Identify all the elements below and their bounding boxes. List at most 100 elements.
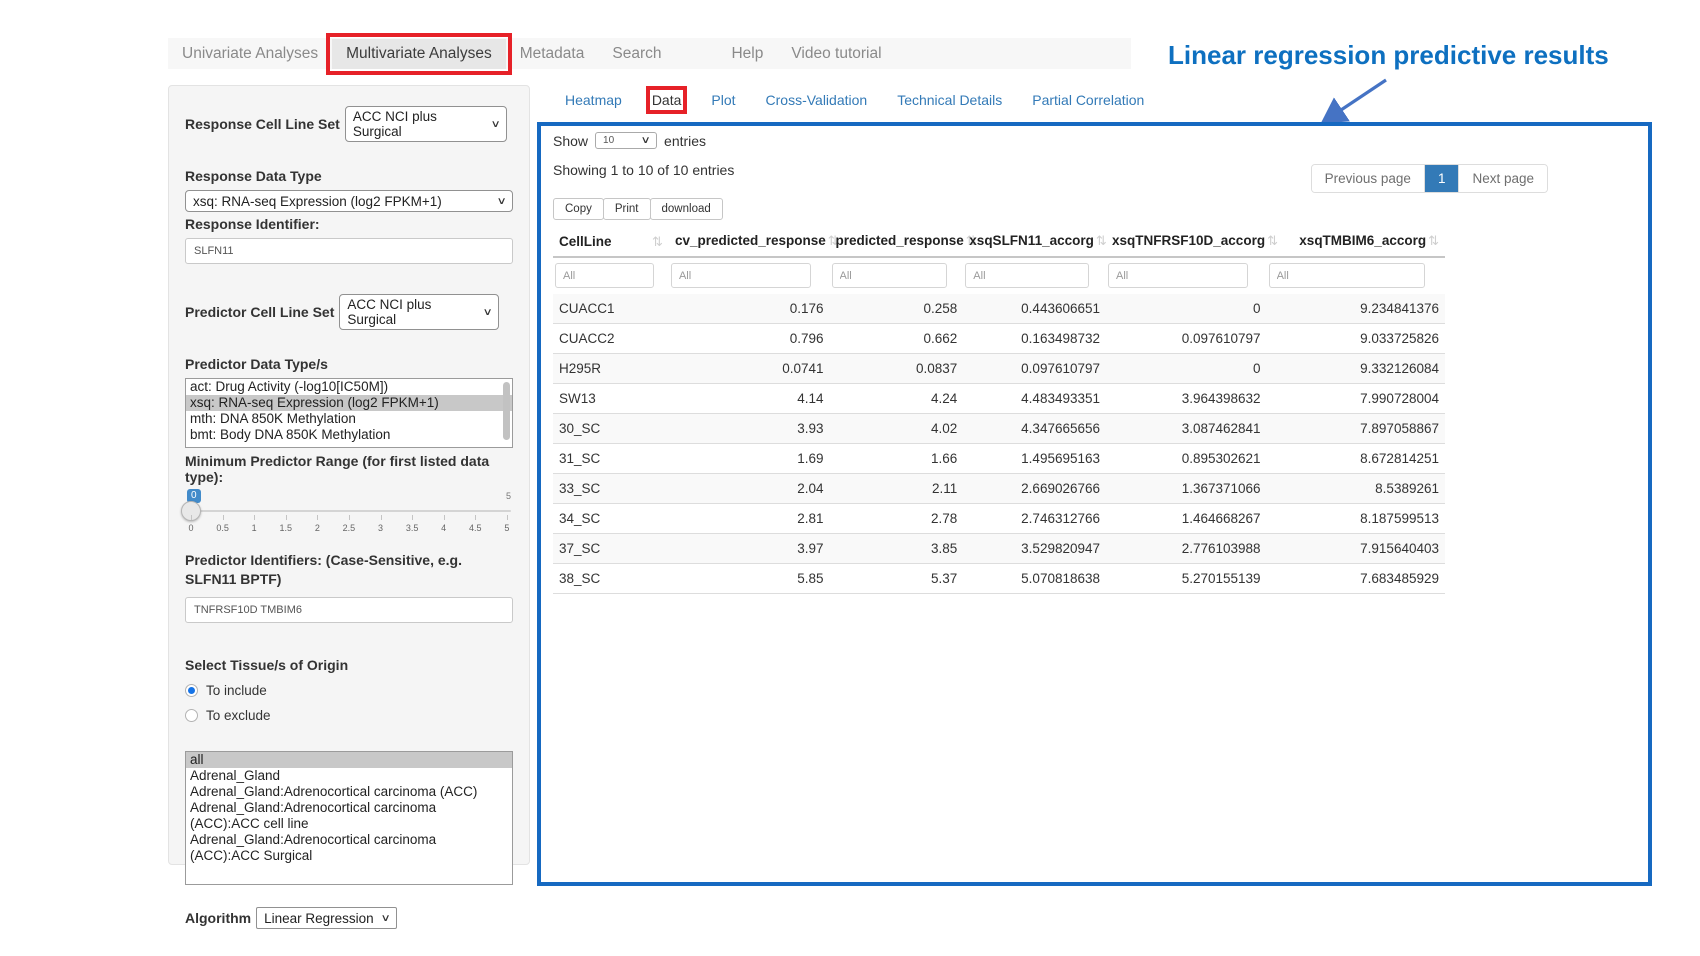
algorithm-value: Linear Regression [264,911,374,926]
tissue-include-radio[interactable]: To include [185,683,513,698]
column-header-cv_predicted_response[interactable]: cv_predicted_response⇅ [669,226,830,257]
cell-value: 3.85 [830,534,964,564]
column-filter-input-xsqTNFRSF10D_accorg[interactable] [1108,263,1248,288]
column-filter-input-cv_predicted_response[interactable] [671,263,811,288]
cell-value: 0 [1106,354,1267,384]
table-row-CUACC1[interactable]: CUACC10.1760.2580.44360665109.234841376 [553,294,1445,324]
table-row-H295R[interactable]: H295R0.07410.08370.09761079709.332126084 [553,354,1445,384]
predictor-cell-line-set-select[interactable]: ACC NCI plus Surgical ∨ [339,294,499,330]
tab-heatmap[interactable]: Heatmap [565,92,622,108]
cell-value: 3.964398632 [1106,384,1267,414]
print-button[interactable]: Print [603,198,651,220]
cell-value: 3.529820947 [963,534,1106,564]
cell-line-name: CUACC1 [553,294,669,324]
cell-value: 1.69 [669,444,830,474]
slider-tick-label: 2.5 [343,515,356,533]
response-data-type-value: xsq: RNA-seq Expression (log2 FPKM+1) [193,194,442,209]
list-item[interactable]: xsq: RNA-seq Expression (log2 FPKM+1) [186,395,512,411]
list-item[interactable]: Adrenal_Gland:Adrenocortical carcinoma (… [186,832,512,864]
cell-value: 2.81 [669,504,830,534]
cell-value: 8.5389261 [1267,474,1445,504]
column-header-xsqSLFN11_accorg[interactable]: xsqSLFN11_accorg⇅ [963,226,1106,257]
response-data-type-select[interactable]: xsq: RNA-seq Expression (log2 FPKM+1) ∨ [185,190,513,212]
cell-value: 2.11 [830,474,964,504]
results-table: CellLine⇅cv_predicted_response⇅predicted… [553,226,1445,594]
column-filter-input-xsqSLFN11_accorg[interactable] [965,263,1089,288]
slider-tick-label: 0 [187,515,195,533]
column-filter-input-predicted_response[interactable] [832,263,948,288]
table-row-38_SC[interactable]: 38_SC5.855.375.0708186385.2701551397.683… [553,564,1445,594]
tab-partial-correlation[interactable]: Partial Correlation [1032,92,1144,108]
column-header-xsqTMBIM6_accorg[interactable]: xsqTMBIM6_accorg⇅ [1267,226,1445,257]
table-row-33_SC[interactable]: 33_SC2.042.112.6690267661.3673710668.538… [553,474,1445,504]
download-button[interactable]: download [650,198,723,220]
tab-cross-validation[interactable]: Cross-Validation [766,92,868,108]
column-filter-input-xsqTMBIM6_accorg[interactable] [1269,263,1426,288]
list-item[interactable]: all [186,752,512,768]
nav-multivariate-analyses[interactable]: Multivariate Analyses [332,39,506,69]
chevron-down-icon: ∨ [490,119,500,130]
table-info: Showing 1 to 10 of 10 entries [553,162,734,178]
nav-video-tutorial[interactable]: Video tutorial [777,39,895,69]
column-header-CellLine[interactable]: CellLine⇅ [553,226,669,257]
radio-unselected-icon [185,709,198,722]
top-navbar: Univariate Analyses Multivariate Analyse… [168,38,1131,69]
cell-value: 0.163498732 [963,324,1106,354]
slider-tick-label: 4 [440,515,448,533]
predictor-data-types-listbox: act: Drug Activity (-log10[IC50M]) xsq: … [185,378,513,448]
table-row-31_SC[interactable]: 31_SC1.691.661.4956951630.8953026218.672… [553,444,1445,474]
list-item[interactable]: mth: DNA 850K Methylation [186,411,512,427]
tissue-origin-listbox: all Adrenal_Gland Adrenal_Gland:Adrenoco… [185,751,513,885]
cell-value: 5.270155139 [1106,564,1267,594]
table-row-SW13[interactable]: SW134.144.244.4834933513.9643986327.9907… [553,384,1445,414]
response-cell-line-set-select[interactable]: ACC NCI plus Surgical ∨ [345,106,507,142]
table-row-CUACC2[interactable]: CUACC20.7960.6620.1634987320.0976107979.… [553,324,1445,354]
list-item[interactable]: bmt: Body DNA 850K Methylation [186,427,512,443]
column-filter-input-CellLine[interactable] [555,263,654,288]
table-row-37_SC[interactable]: 37_SC3.973.853.5298209472.7761039887.915… [553,534,1445,564]
nav-metadata[interactable]: Metadata [506,39,599,69]
list-item[interactable]: Adrenal_Gland [186,768,512,784]
cell-value: 4.02 [830,414,964,444]
cell-value: 2.04 [669,474,830,504]
copy-button[interactable]: Copy [553,198,604,220]
listbox-scrollbar[interactable] [503,382,510,440]
algorithm-select[interactable]: Linear Regression ∨ [256,907,397,929]
tissue-exclude-radio[interactable]: To exclude [185,708,513,723]
page-length-select[interactable]: 10 ∨ [595,132,657,149]
cell-value: 2.78 [830,504,964,534]
column-header-xsqTNFRSF10D_accorg[interactable]: xsqTNFRSF10D_accorg⇅ [1106,226,1267,257]
tab-plot[interactable]: Plot [711,92,735,108]
sort-icon[interactable]: ⇅ [1428,233,1439,248]
list-item[interactable]: Adrenal_Gland:Adrenocortical carcinoma (… [186,784,512,800]
sort-icon[interactable]: ⇅ [652,234,663,250]
cell-value: 4.347665656 [963,414,1106,444]
previous-page-button[interactable]: Previous page [1312,165,1424,192]
table-row-34_SC[interactable]: 34_SC2.812.782.7463127661.4646682678.187… [553,504,1445,534]
next-page-button[interactable]: Next page [1458,165,1547,192]
slider-track[interactable] [187,510,511,512]
cell-value: 1.495695163 [963,444,1106,474]
nav-help[interactable]: Help [717,39,777,69]
cell-value: 5.85 [669,564,830,594]
cell-value: 0.0837 [830,354,964,384]
list-item[interactable]: act: Drug Activity (-log10[IC50M]) [186,379,512,395]
nav-univariate-analyses[interactable]: Univariate Analyses [168,39,332,69]
response-identifier-input[interactable] [185,238,513,264]
slider-ticks: 00.511.522.533.544.55 [187,515,511,533]
nav-search[interactable]: Search [598,39,675,69]
cell-value: 0.662 [830,324,964,354]
tab-data[interactable]: Data [652,92,682,108]
cell-value: 1.464668267 [1106,504,1267,534]
cell-value: 9.033725826 [1267,324,1445,354]
cell-value: 5.37 [830,564,964,594]
page-number-button[interactable]: 1 [1424,165,1459,192]
tab-technical-details[interactable]: Technical Details [897,92,1002,108]
predictor-data-types-label: Predictor Data Type/s [185,356,513,372]
table-row-30_SC[interactable]: 30_SC3.934.024.3476656563.0874628417.897… [553,414,1445,444]
column-header-predicted_response[interactable]: predicted_response⇅ [830,226,964,257]
predictor-identifiers-input[interactable] [185,597,513,623]
results-tabbar: Heatmap Data Plot Cross-Validation Techn… [565,92,1144,108]
cell-line-name: SW13 [553,384,669,414]
list-item[interactable]: Adrenal_Gland:Adrenocortical carcinoma (… [186,800,512,832]
